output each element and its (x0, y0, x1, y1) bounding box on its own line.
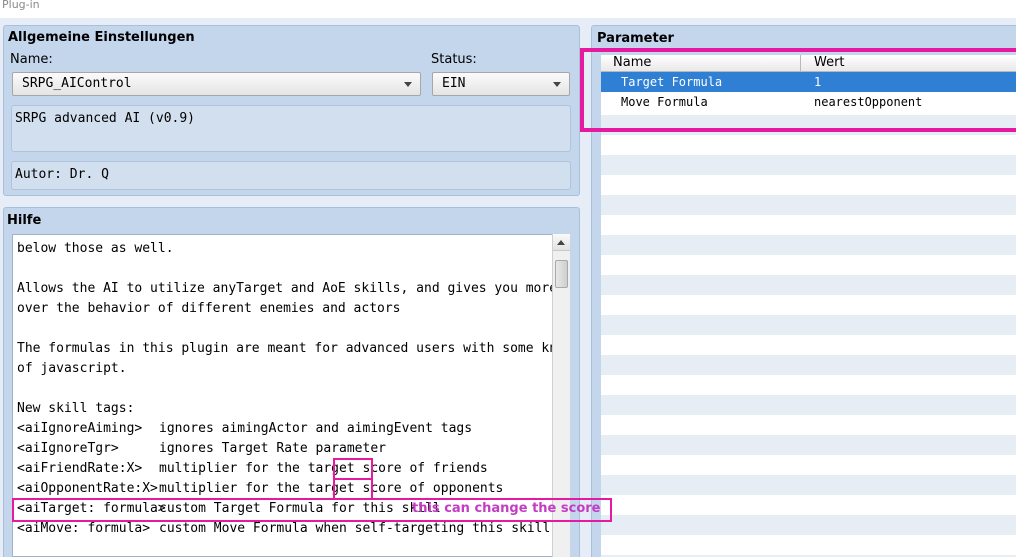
author-box: Autor: Dr. Q (11, 161, 571, 190)
description-box: SRPG advanced AI (v0.9) (11, 105, 571, 152)
help-tag-description: multiplier for the target score of frien… (159, 461, 488, 476)
help-tag: <aiIgnoreTgr> (17, 441, 119, 456)
help-line: below those as well. (17, 241, 174, 256)
window-title: Plug-in (0, 0, 1016, 18)
author-text: Autor: Dr. Q (15, 167, 109, 182)
help-tag: <aiMove: formula> (17, 521, 151, 536)
help-tag-line: <aiIgnoreTgr> ignores Target Rate paramet… (17, 439, 569, 459)
help-tag: <aiIgnoreAiming> (17, 421, 143, 436)
status-label: Status: (431, 52, 477, 67)
help-line: New skill tags: (17, 401, 135, 416)
help-tag-description: multiplier for the target score of oppon… (159, 481, 504, 496)
status-select[interactable]: EIN (432, 72, 570, 96)
help-text: below those as well. Allows the AI to uti… (17, 239, 570, 539)
help-title: Hilfe (7, 213, 42, 228)
plugin-editor: Allgemeine Einstellungen Name: SRPG_AICo… (0, 18, 1016, 557)
parameter-highlight-box (580, 48, 1016, 132)
help-line: over the behavior of different enemies a… (17, 301, 401, 316)
score-annotation: this can change the score (412, 501, 601, 516)
help-line (17, 319, 569, 339)
score-highlight-friends (333, 458, 373, 480)
help-tag-description: custom Move Formula when self-targeting … (159, 521, 551, 536)
help-tag-line: <aiIgnoreAiming> ignores aimingActor and … (17, 419, 569, 439)
help-line: Allows the AI to utilize anyTarget and A… (17, 281, 570, 296)
status-select-value: EIN (442, 76, 466, 91)
help-tag-description: ignores aimingActor and aimingEvent tags (159, 421, 473, 436)
chevron-down-icon (553, 82, 561, 87)
help-tag-line: <aiMove: formula> custom Move Formula whe… (17, 519, 569, 539)
help-tag-line: <aiOpponentRate:X>multiplier for the tar… (17, 479, 569, 499)
description-text: SRPG advanced AI (v0.9) (15, 111, 196, 126)
scroll-up-icon[interactable] (553, 234, 570, 251)
chevron-down-icon (404, 82, 412, 87)
help-line: of javascript. (17, 361, 127, 376)
general-settings-title: Allgemeine Einstellungen (8, 30, 195, 45)
help-tag: <aiOpponentRate:X> (17, 481, 158, 496)
name-select[interactable]: SRPG_AIControl (12, 72, 421, 96)
help-line: The formulas in this plugin are meant fo… (17, 341, 570, 356)
help-tag-line: <aiFriendRate:X> multiplier for the targe… (17, 459, 569, 479)
name-label: Name: (10, 52, 53, 67)
help-line (17, 259, 569, 279)
help-tag: <aiFriendRate:X> (17, 461, 143, 476)
score-highlight-opponents (333, 478, 373, 500)
help-tag-description: ignores Target Rate parameter (159, 441, 386, 456)
name-select-value: SRPG_AIControl (22, 76, 132, 91)
parameter-title: Parameter (597, 31, 674, 46)
scroll-thumb[interactable] (555, 260, 568, 288)
help-line (17, 379, 569, 399)
